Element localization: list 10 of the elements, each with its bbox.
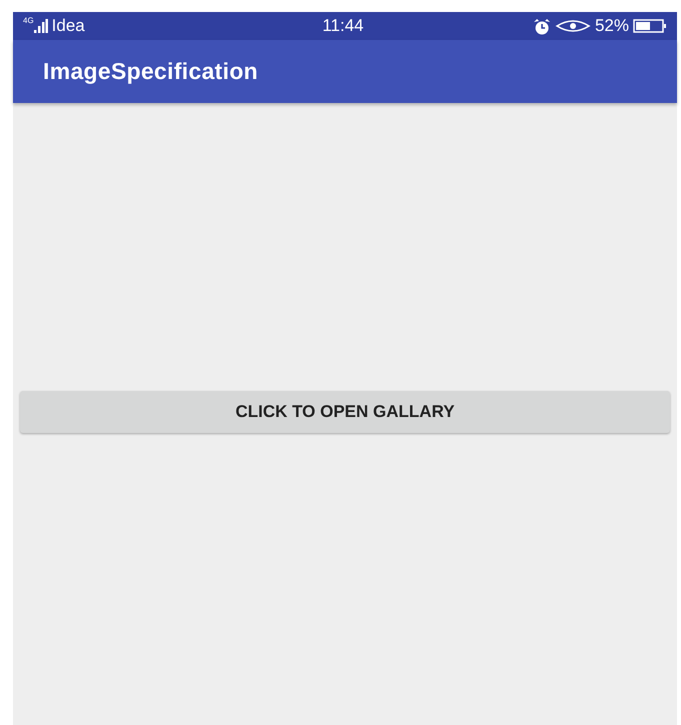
app-title: ImageSpecification: [43, 57, 258, 86]
carrier-name: Idea: [52, 15, 85, 38]
network-type-label: 4G: [23, 17, 34, 26]
battery-percentage: 52%: [594, 15, 629, 38]
eye-icon: [554, 19, 591, 33]
alarm-icon: [532, 18, 551, 34]
clock-time: 11:44: [322, 16, 364, 36]
signal-icon: [34, 19, 48, 33]
open-gallery-button[interactable]: CLICK TO OPEN GALLARY: [20, 391, 670, 433]
battery-icon: [633, 19, 667, 33]
